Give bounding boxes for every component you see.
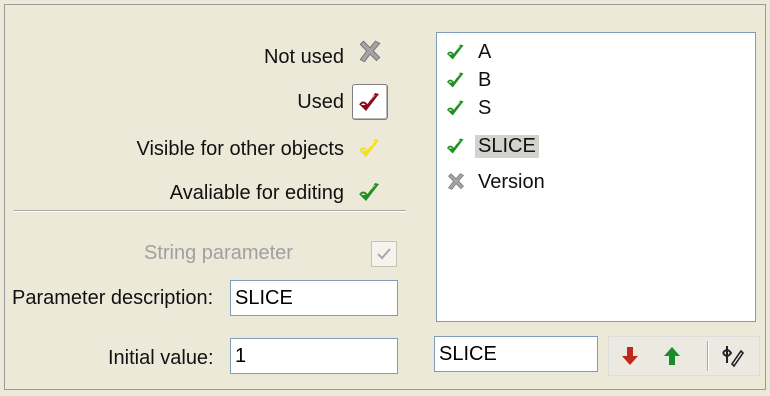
separator <box>14 210 406 212</box>
move-down-button[interactable] <box>615 341 645 371</box>
visible-label: Visible for other objects <box>136 138 344 160</box>
editing-icon <box>445 41 467 63</box>
used-icon <box>358 90 382 114</box>
initial-value-label: Initial value: <box>108 347 214 369</box>
list-item-label: A <box>478 40 492 63</box>
edit-button[interactable] <box>717 341 747 371</box>
parameters-dialog: Not used Used Visible for other objects … <box>0 0 770 396</box>
string-parameter-checkbox[interactable] <box>371 241 397 267</box>
list-item[interactable]: B <box>445 67 494 93</box>
list-item-selected[interactable]: SLICE <box>445 133 539 159</box>
not-used-label: Not used <box>263 46 344 68</box>
list-item-label: SLICE <box>475 134 539 158</box>
initial-value-input[interactable] <box>230 338 398 374</box>
parameter-name-input[interactable] <box>434 336 598 372</box>
edit-icon <box>722 346 745 368</box>
list-toolbar <box>608 336 760 376</box>
used-label: Used <box>297 91 344 113</box>
list-item-label: B <box>478 68 492 91</box>
toolbar-separator <box>707 341 709 371</box>
editing-icon <box>445 69 467 91</box>
list-item-label: S <box>478 96 492 119</box>
list-item[interactable]: Version <box>445 169 548 195</box>
description-label: Parameter description: <box>12 287 214 309</box>
used-button[interactable] <box>352 84 388 120</box>
list-item[interactable]: A <box>445 39 494 65</box>
editing-icon <box>445 135 467 157</box>
not-used-icon <box>445 171 467 193</box>
string-parameter-label: String parameter <box>144 242 293 264</box>
check-icon <box>377 248 391 260</box>
editing-icon <box>445 97 467 119</box>
list-item-label: Version <box>478 170 545 193</box>
not-used-button[interactable] <box>352 34 388 70</box>
arrow-down-icon <box>622 347 638 365</box>
list-item[interactable]: S <box>445 95 494 121</box>
parameter-list[interactable]: A B S SLICE Version <box>436 32 756 322</box>
editing-button[interactable] <box>352 174 388 210</box>
editing-icon <box>358 180 382 204</box>
visible-button[interactable] <box>352 130 388 166</box>
description-input[interactable] <box>230 280 398 316</box>
arrow-up-icon <box>664 347 680 365</box>
move-up-button[interactable] <box>657 341 687 371</box>
not-used-icon <box>357 39 383 65</box>
visible-icon <box>358 136 382 160</box>
editing-label: Avaliable for editing <box>169 182 344 204</box>
